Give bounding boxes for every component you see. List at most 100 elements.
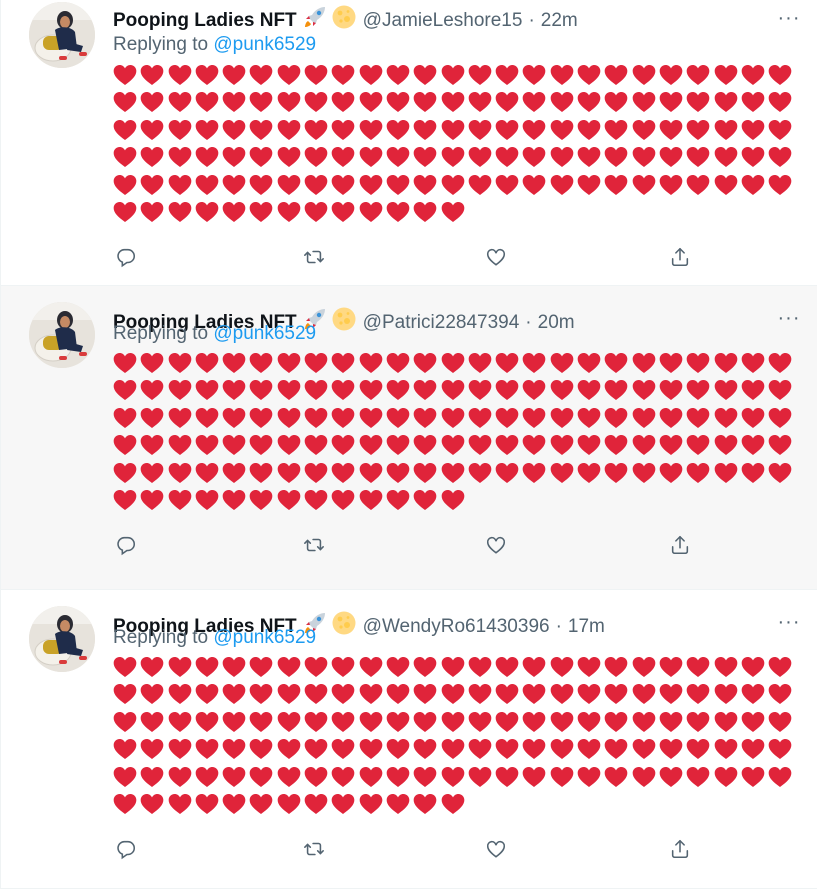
red-heart-icon — [441, 487, 465, 514]
red-heart-icon — [714, 764, 738, 791]
red-heart-icon — [386, 432, 410, 459]
tweet[interactable]: Pooping Ladies NFT @Patrici22847394 · 20… — [0, 286, 817, 590]
red-heart-icon — [277, 117, 301, 144]
red-heart-icon — [331, 709, 355, 736]
replying-to-link[interactable]: @punk6529 — [213, 34, 316, 55]
more-icon[interactable]: ··· — [775, 306, 803, 330]
red-heart-icon — [195, 654, 219, 681]
more-icon[interactable]: ··· — [775, 6, 803, 30]
avatar[interactable] — [29, 2, 95, 68]
red-heart-icon — [113, 709, 137, 736]
red-heart-icon — [413, 62, 437, 89]
heart-row — [113, 791, 813, 818]
red-heart-icon — [441, 377, 465, 404]
red-heart-icon — [222, 791, 246, 818]
timestamp[interactable]: 17m — [568, 615, 605, 639]
red-heart-icon — [468, 460, 492, 487]
red-heart-icon — [386, 791, 410, 818]
user-handle[interactable]: @JamieLeshore15 — [363, 9, 523, 33]
red-heart-icon — [222, 709, 246, 736]
red-heart-icon — [140, 172, 164, 199]
like-icon[interactable] — [483, 244, 509, 270]
replying-to-link[interactable]: @punk6529 — [213, 627, 316, 648]
red-heart-icon — [413, 736, 437, 763]
user-handle[interactable]: @WendyRo61430396 — [363, 615, 550, 639]
red-heart-icon — [659, 350, 683, 377]
red-heart-icon — [550, 736, 574, 763]
red-heart-icon — [249, 89, 273, 116]
red-heart-icon — [277, 681, 301, 708]
tweet[interactable]: Pooping Ladies NFT @WendyRo61430396 · 17… — [0, 590, 817, 889]
red-heart-icon — [714, 172, 738, 199]
heart-row — [113, 681, 813, 708]
more-icon[interactable]: ··· — [775, 610, 803, 634]
like-icon[interactable] — [483, 836, 509, 862]
red-heart-icon — [522, 709, 546, 736]
red-heart-icon — [659, 172, 683, 199]
share-icon[interactable] — [667, 532, 693, 558]
red-heart-icon — [741, 117, 765, 144]
red-heart-icon — [522, 432, 546, 459]
red-heart-icon — [604, 350, 628, 377]
red-heart-icon — [604, 709, 628, 736]
red-heart-icon — [386, 199, 410, 226]
red-heart-icon — [714, 432, 738, 459]
red-heart-icon — [140, 350, 164, 377]
red-heart-icon — [331, 199, 355, 226]
red-heart-icon — [386, 172, 410, 199]
red-heart-icon — [495, 709, 519, 736]
share-icon[interactable] — [667, 836, 693, 862]
red-heart-icon — [140, 791, 164, 818]
avatar[interactable] — [29, 606, 95, 672]
red-heart-icon — [140, 681, 164, 708]
red-heart-icon — [659, 709, 683, 736]
red-heart-icon — [113, 199, 137, 226]
red-heart-icon — [659, 405, 683, 432]
red-heart-icon — [140, 764, 164, 791]
red-heart-icon — [468, 89, 492, 116]
red-heart-icon — [140, 709, 164, 736]
share-icon[interactable] — [667, 244, 693, 270]
tweet[interactable]: Pooping Ladies NFT @JamieLeshore15 · 22m… — [0, 0, 817, 286]
red-heart-icon — [714, 350, 738, 377]
reply-icon[interactable] — [113, 244, 139, 270]
timestamp[interactable]: 22m — [541, 9, 578, 33]
retweet-icon[interactable] — [301, 244, 327, 270]
display-name[interactable]: Pooping Ladies NFT — [113, 9, 297, 33]
avatar[interactable] — [29, 302, 95, 368]
red-heart-icon — [304, 350, 328, 377]
red-heart-icon — [386, 764, 410, 791]
red-heart-icon — [168, 172, 192, 199]
heart-row — [113, 144, 813, 171]
red-heart-icon — [331, 487, 355, 514]
red-heart-icon — [686, 172, 710, 199]
red-heart-icon — [604, 736, 628, 763]
retweet-icon[interactable] — [301, 532, 327, 558]
red-heart-icon — [413, 764, 437, 791]
red-heart-icon — [714, 681, 738, 708]
red-heart-icon — [577, 460, 601, 487]
replying-to-link[interactable]: @punk6529 — [213, 323, 316, 344]
red-heart-icon — [686, 460, 710, 487]
red-heart-icon — [140, 460, 164, 487]
reply-icon[interactable] — [113, 532, 139, 558]
retweet-icon[interactable] — [301, 836, 327, 862]
red-heart-icon — [714, 144, 738, 171]
red-heart-icon — [768, 350, 792, 377]
red-heart-icon — [168, 709, 192, 736]
user-handle[interactable]: @Patrici22847394 — [363, 311, 520, 335]
like-icon[interactable] — [483, 532, 509, 558]
red-heart-icon — [768, 405, 792, 432]
red-heart-icon — [113, 487, 137, 514]
red-heart-icon — [741, 62, 765, 89]
red-heart-icon — [632, 117, 656, 144]
red-heart-icon — [768, 736, 792, 763]
reply-icon[interactable] — [113, 836, 139, 862]
red-heart-icon — [359, 764, 383, 791]
red-heart-icon — [113, 117, 137, 144]
red-heart-icon — [195, 172, 219, 199]
red-heart-icon — [277, 736, 301, 763]
timestamp[interactable]: 20m — [538, 311, 575, 335]
red-heart-icon — [222, 144, 246, 171]
red-heart-icon — [659, 89, 683, 116]
